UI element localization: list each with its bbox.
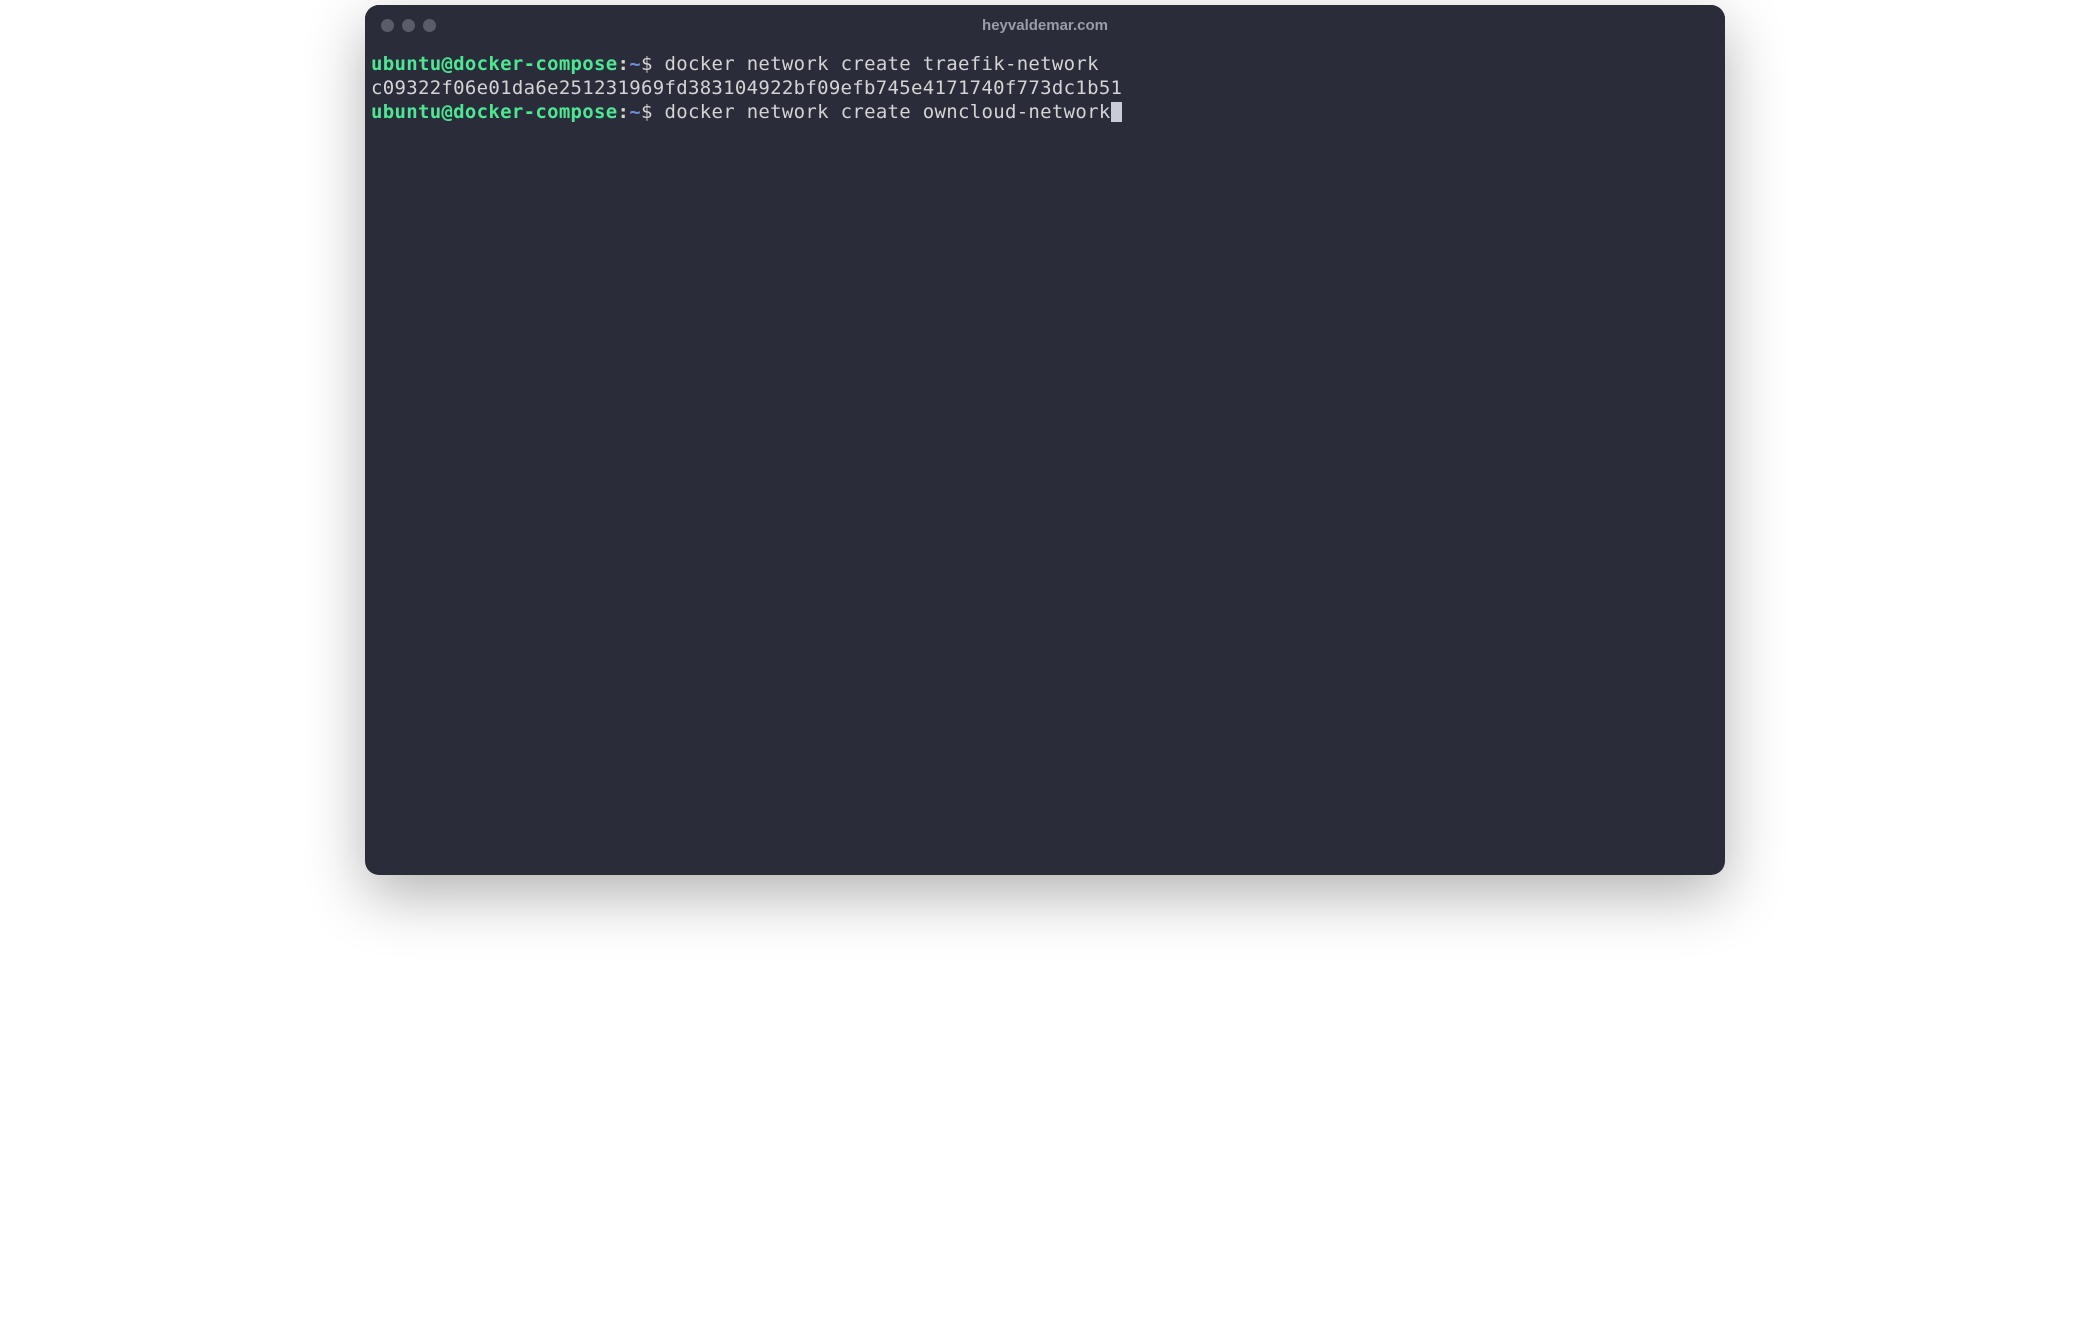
terminal-window: heyvaldemar.com ubuntu@docker-compose:~$…	[365, 5, 1725, 875]
terminal-line: c09322f06e01da6e251231969fd383104922bf09…	[371, 77, 1719, 101]
prompt-user-host: ubuntu@docker-compose	[371, 101, 618, 123]
titlebar: heyvaldemar.com	[365, 5, 1725, 45]
prompt-tilde: ~	[629, 53, 641, 75]
command-text: docker network create traefik-network	[653, 53, 1099, 75]
window-title: heyvaldemar.com	[982, 17, 1108, 34]
cursor-icon	[1111, 102, 1122, 122]
command-text: docker network create owncloud-network	[653, 101, 1111, 123]
prompt-colon: :	[618, 101, 630, 123]
maximize-button[interactable]	[423, 19, 436, 32]
terminal-line: ubuntu@docker-compose:~$ docker network …	[371, 101, 1719, 125]
close-button[interactable]	[381, 19, 394, 32]
terminal-line: ubuntu@docker-compose:~$ docker network …	[371, 53, 1719, 77]
prompt-dollar: $	[641, 53, 653, 75]
prompt-colon: :	[618, 53, 630, 75]
prompt-dollar: $	[641, 101, 653, 123]
traffic-lights	[381, 19, 436, 32]
prompt-tilde: ~	[629, 101, 641, 123]
prompt-user-host: ubuntu@docker-compose	[371, 53, 618, 75]
minimize-button[interactable]	[402, 19, 415, 32]
output-text: c09322f06e01da6e251231969fd383104922bf09…	[371, 77, 1122, 99]
terminal-body[interactable]: ubuntu@docker-compose:~$ docker network …	[365, 45, 1725, 875]
